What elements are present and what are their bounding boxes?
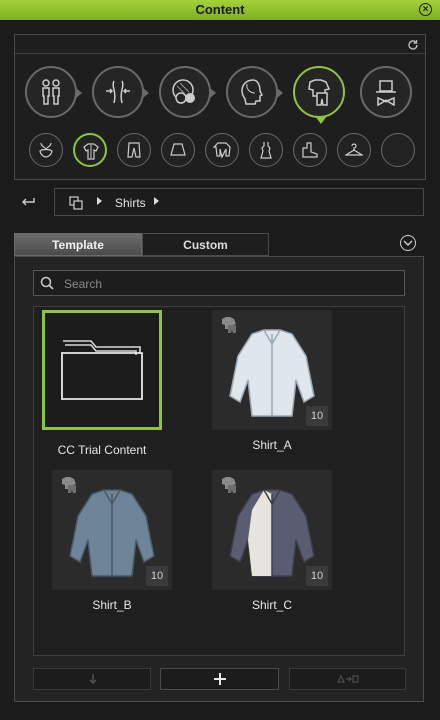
search-box xyxy=(33,270,405,296)
morph-icon xyxy=(106,80,130,104)
back-icon[interactable] xyxy=(18,194,38,210)
add-button[interactable] xyxy=(160,668,279,690)
folder-icon xyxy=(61,340,143,400)
close-icon[interactable]: × xyxy=(419,3,432,16)
chevron-down-icon[interactable] xyxy=(400,235,416,251)
item-count-badge: 10 xyxy=(306,406,328,426)
apply-icon xyxy=(337,674,359,683)
window-title: Content xyxy=(195,2,245,17)
skin-icon xyxy=(172,79,195,104)
search-icon xyxy=(40,276,54,290)
thumbnail: 10 xyxy=(212,470,332,590)
skirt-icon xyxy=(170,143,186,156)
breadcrumb: Shirts xyxy=(54,188,424,216)
clothing-icon xyxy=(308,79,331,106)
subcategory-shirt-button[interactable] xyxy=(73,133,107,167)
subcategory-hanger-button[interactable] xyxy=(337,133,371,167)
category-head-button[interactable] xyxy=(226,66,283,118)
subcategory-empty-slot[interactable] xyxy=(381,133,415,167)
chevron-right-icon[interactable] xyxy=(154,197,159,205)
category-skin-button[interactable] xyxy=(159,66,216,118)
grid-item-shirt-a[interactable]: 10 Shirt_A xyxy=(212,310,332,460)
apply-button[interactable] xyxy=(289,668,406,690)
item-count-badge: 10 xyxy=(146,566,168,586)
dress-icon xyxy=(260,142,272,159)
subcategory-jacket-button[interactable] xyxy=(205,133,239,167)
jacket-icon xyxy=(213,142,231,159)
item-grid: CC Trial Content 10 Shirt_A 10 Shirt_B 1… xyxy=(33,306,405,656)
chevron-right-icon xyxy=(277,88,283,98)
item-count-badge: 10 xyxy=(306,566,328,586)
hanger-icon xyxy=(345,143,363,156)
selection-pointer xyxy=(315,116,327,124)
chevron-right-icon xyxy=(143,88,149,98)
thumbnail xyxy=(42,310,162,430)
category-morph-button[interactable] xyxy=(92,66,149,118)
refresh-icon[interactable] xyxy=(407,39,419,51)
library-icon[interactable] xyxy=(69,196,83,210)
item-label: Shirt_A xyxy=(252,438,292,452)
shoes-icon xyxy=(302,142,318,158)
search-input[interactable] xyxy=(62,274,396,294)
thumbnail: 10 xyxy=(52,470,172,590)
title-bar: Content × xyxy=(0,0,440,20)
thumbnail: 10 xyxy=(212,310,332,430)
grid-item-folder[interactable]: CC Trial Content xyxy=(42,310,162,460)
plus-icon xyxy=(214,673,226,685)
breadcrumb-current[interactable]: Shirts xyxy=(115,196,146,210)
category-panel xyxy=(14,34,426,180)
category-clothing-button[interactable] xyxy=(293,66,345,124)
divider xyxy=(15,53,425,54)
arrow-down-icon xyxy=(89,674,97,684)
head-icon xyxy=(241,79,264,105)
tab-bar: Template Custom xyxy=(14,233,269,256)
tab-custom[interactable]: Custom xyxy=(142,233,269,256)
body-icon xyxy=(42,79,60,105)
item-label: CC Trial Content xyxy=(57,443,147,457)
grid-item-shirt-c[interactable]: 10 Shirt_C xyxy=(212,470,332,620)
chevron-right-icon xyxy=(210,88,216,98)
category-row xyxy=(25,66,415,124)
download-button[interactable] xyxy=(33,668,151,690)
underwear-icon xyxy=(39,142,53,158)
item-label: Shirt_B xyxy=(92,598,132,612)
category-body-button[interactable] xyxy=(25,66,82,118)
chevron-right-icon xyxy=(76,88,82,98)
category-accessory-button[interactable] xyxy=(360,66,412,118)
subcategory-dress-button[interactable] xyxy=(249,133,283,167)
pants-icon xyxy=(127,142,141,158)
tab-template[interactable]: Template xyxy=(14,233,142,256)
subcategory-pants-button[interactable] xyxy=(117,133,151,167)
item-label: Shirt_C xyxy=(251,598,292,612)
subcategory-underwear-button[interactable] xyxy=(29,133,63,167)
chevron-right-icon xyxy=(97,197,102,205)
subcategory-row xyxy=(29,133,419,169)
accessory-icon xyxy=(376,80,396,106)
shirt-icon xyxy=(83,143,99,160)
subcategory-shoes-button[interactable] xyxy=(293,133,327,167)
grid-item-shirt-b[interactable]: 10 Shirt_B xyxy=(52,470,172,620)
subcategory-skirt-button[interactable] xyxy=(161,133,195,167)
